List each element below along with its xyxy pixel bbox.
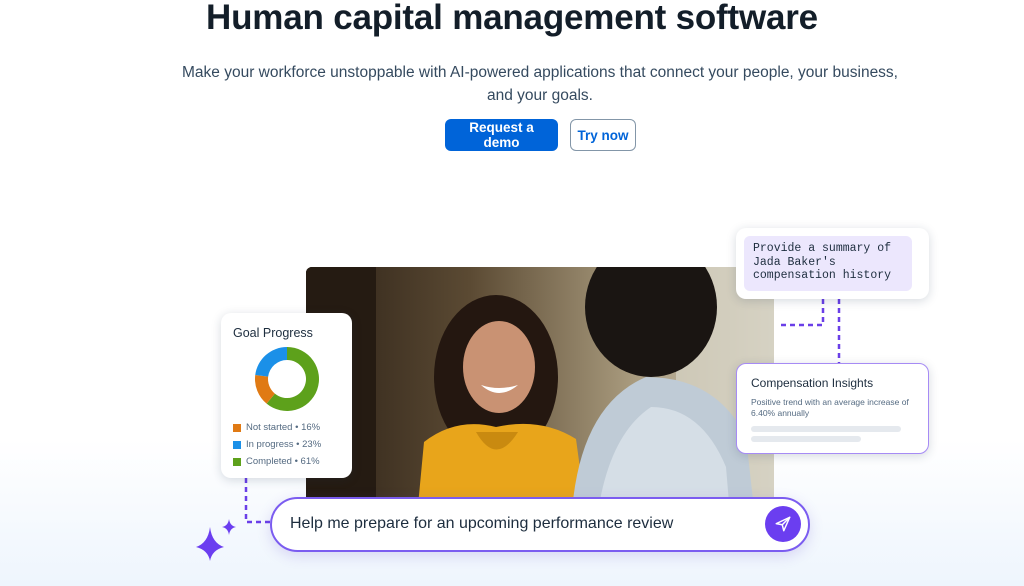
goal-legend: Not started • 16% In progress • 23% Comp… [233, 419, 321, 470]
legend-label: Completed • 61% [246, 456, 320, 467]
goal-card-title: Goal Progress [233, 326, 313, 340]
insights-text: Positive trend with an average increase … [751, 397, 909, 418]
ai-chat-bar[interactable]: Help me prepare for an upcoming performa… [270, 497, 810, 552]
page-subtitle: Make your workforce unstoppable with AI-… [182, 64, 898, 104]
goal-donut-chart [255, 347, 319, 411]
ai-prompt-card: Provide a summary of Jada Baker's compen… [736, 228, 929, 299]
legend-label: In progress • 23% [246, 439, 322, 450]
insights-title: Compensation Insights [751, 376, 874, 390]
legend-item-not-started: Not started • 16% [233, 419, 321, 436]
legend-label: Not started • 16% [246, 422, 321, 433]
send-icon [775, 516, 791, 532]
request-demo-button[interactable]: Request a demo [445, 119, 558, 151]
legend-swatch [233, 457, 241, 466]
skeleton-line [751, 436, 861, 442]
legend-swatch [233, 440, 241, 449]
chat-prompt-text[interactable]: Help me prepare for an upcoming performa… [290, 515, 673, 533]
legend-item-in-progress: In progress • 23% [233, 436, 321, 453]
donut-slice [255, 347, 287, 377]
skeleton-line [751, 426, 901, 432]
compensation-insights-card: Compensation Insights Positive trend wit… [736, 363, 929, 454]
legend-item-completed: Completed • 61% [233, 453, 321, 470]
page-title: Human capital management software [206, 0, 818, 37]
try-now-button[interactable]: Try now [570, 119, 636, 151]
ai-sparkle-icon [196, 519, 236, 561]
ai-prompt-text: Provide a summary of Jada Baker's compen… [744, 236, 912, 291]
hero-photo [306, 267, 774, 527]
send-button[interactable] [765, 506, 801, 542]
goal-progress-card: Goal Progress Not started • 16% In progr… [221, 313, 352, 478]
legend-swatch [233, 423, 241, 432]
